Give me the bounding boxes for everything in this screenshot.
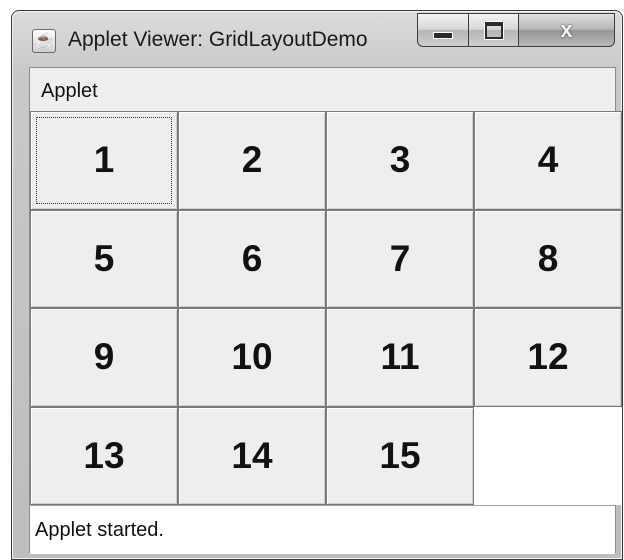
grid-button-12[interactable]: 12 xyxy=(474,308,622,407)
grid-button-15[interactable]: 15 xyxy=(326,406,474,505)
maximize-icon xyxy=(484,21,503,39)
grid-button-4[interactable]: 4 xyxy=(474,111,622,210)
window-title: Applet Viewer: GridLayoutDemo xyxy=(68,28,368,51)
grid-button-2[interactable]: 2 xyxy=(178,111,326,210)
minimize-icon xyxy=(433,31,453,39)
grid-button-14[interactable]: 14 xyxy=(178,406,326,505)
close-icon: x xyxy=(560,17,573,42)
close-button[interactable]: x xyxy=(519,13,615,47)
applet-viewer-window: ☕ Applet Viewer: GridLayoutDemo x Applet… xyxy=(11,10,623,560)
status-text: Applet started. xyxy=(35,519,164,541)
status-bar: Applet started. xyxy=(30,505,615,554)
grid-button-1[interactable]: 1 xyxy=(30,111,178,210)
grid-button-7[interactable]: 7 xyxy=(326,209,474,308)
title-bar[interactable]: ☕ Applet Viewer: GridLayoutDemo x xyxy=(12,11,622,67)
grid-button-9[interactable]: 9 xyxy=(30,308,178,407)
menu-applet[interactable]: Applet xyxy=(41,80,98,103)
maximize-button[interactable] xyxy=(469,13,519,47)
grid-button-8[interactable]: 8 xyxy=(474,209,622,308)
grid-button-11[interactable]: 11 xyxy=(326,308,474,407)
grid-button-13[interactable]: 13 xyxy=(30,406,178,505)
menu-bar: Applet xyxy=(30,68,615,110)
grid-button-6[interactable]: 6 xyxy=(178,209,326,308)
java-cup-icon: ☕ xyxy=(32,29,56,53)
minimize-button[interactable] xyxy=(417,13,469,47)
button-grid: 1 2 3 4 5 6 7 8 9 10 11 12 13 14 15 xyxy=(30,111,622,505)
applet-client-area: Applet 1 2 3 4 5 6 7 8 9 10 11 12 13 14 … xyxy=(29,67,622,554)
grid-button-10[interactable]: 10 xyxy=(178,308,326,407)
grid-button-3[interactable]: 3 xyxy=(326,111,474,210)
grid-button-5[interactable]: 5 xyxy=(30,209,178,308)
